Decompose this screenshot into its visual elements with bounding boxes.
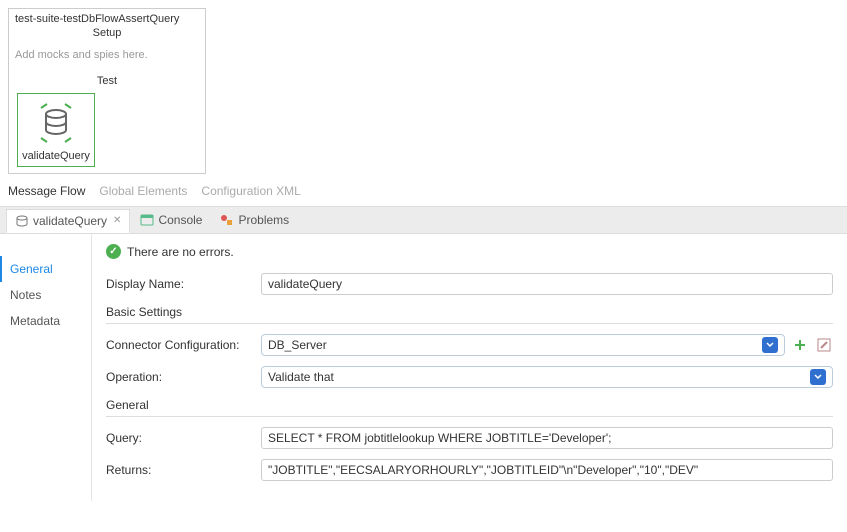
check-icon: ✓ (106, 244, 121, 259)
mocks-placeholder: Add mocks and spies here. (9, 43, 205, 73)
add-config-button[interactable] (791, 336, 809, 354)
query-input[interactable] (261, 427, 833, 449)
select-value: DB_Server (268, 338, 327, 352)
sidebar-item-metadata[interactable]: Metadata (0, 308, 91, 334)
flow-canvas[interactable]: test-suite-testDbFlowAssertQuery Setup A… (0, 0, 847, 174)
returns-label: Returns: (106, 463, 261, 477)
sidebar-item-notes[interactable]: Notes (0, 282, 91, 308)
basic-settings-label: Basic Settings (106, 305, 833, 319)
chevron-down-icon (810, 369, 826, 385)
test-label: Test (9, 73, 205, 89)
chevron-down-icon (762, 337, 778, 353)
edit-icon (817, 338, 831, 352)
status-message: There are no errors. (127, 245, 234, 259)
tab-message-flow[interactable]: Message Flow (8, 184, 85, 198)
properties-main: ✓ There are no errors. Display Name: Bas… (92, 234, 847, 501)
panel-tab-label: Console (158, 213, 202, 227)
tab-global-elements[interactable]: Global Elements (99, 184, 187, 198)
operation-select[interactable]: Validate that (261, 366, 833, 388)
flow-title: test-suite-testDbFlowAssertQuery (9, 9, 205, 25)
plus-icon (793, 338, 807, 352)
query-label: Query: (106, 431, 261, 445)
database-icon (33, 100, 79, 146)
database-icon (15, 214, 29, 228)
operation-label: Operation: (106, 370, 261, 384)
console-icon (140, 213, 154, 227)
panel-tab-label: Problems (238, 213, 289, 227)
setup-label: Setup (9, 25, 205, 43)
panel-tab-problems[interactable]: Problems (212, 209, 297, 231)
display-name-input[interactable] (261, 273, 833, 295)
display-name-label: Display Name: (106, 277, 261, 291)
panel-tab-console[interactable]: Console (132, 209, 210, 231)
edit-config-button[interactable] (815, 336, 833, 354)
close-icon[interactable]: ✕ (113, 215, 121, 226)
status-row: ✓ There are no errors. (106, 244, 833, 259)
tab-config-xml[interactable]: Configuration XML (201, 184, 300, 198)
flow-container[interactable]: test-suite-testDbFlowAssertQuery Setup A… (8, 8, 206, 174)
problems-icon (220, 213, 234, 227)
component-label: validateQuery (20, 150, 92, 162)
panel-tab-bar: validateQuery ✕ Console Problems (0, 206, 847, 234)
select-value: Validate that (268, 370, 334, 384)
connector-config-label: Connector Configuration: (106, 338, 261, 352)
panel-tab-validate-query[interactable]: validateQuery ✕ (6, 209, 130, 233)
general-group-label: General (106, 398, 833, 412)
canvas-tab-bar: Message Flow Global Elements Configurati… (0, 174, 847, 206)
returns-input[interactable] (261, 459, 833, 481)
validate-query-component[interactable]: validateQuery (17, 93, 95, 167)
properties-sidebar: General Notes Metadata (0, 234, 92, 501)
connector-config-select[interactable]: DB_Server (261, 334, 785, 356)
divider (106, 416, 833, 417)
sidebar-item-general[interactable]: General (0, 256, 91, 282)
properties-panel: General Notes Metadata ✓ There are no er… (0, 234, 847, 501)
divider (106, 323, 833, 324)
panel-tab-label: validateQuery (33, 214, 107, 228)
